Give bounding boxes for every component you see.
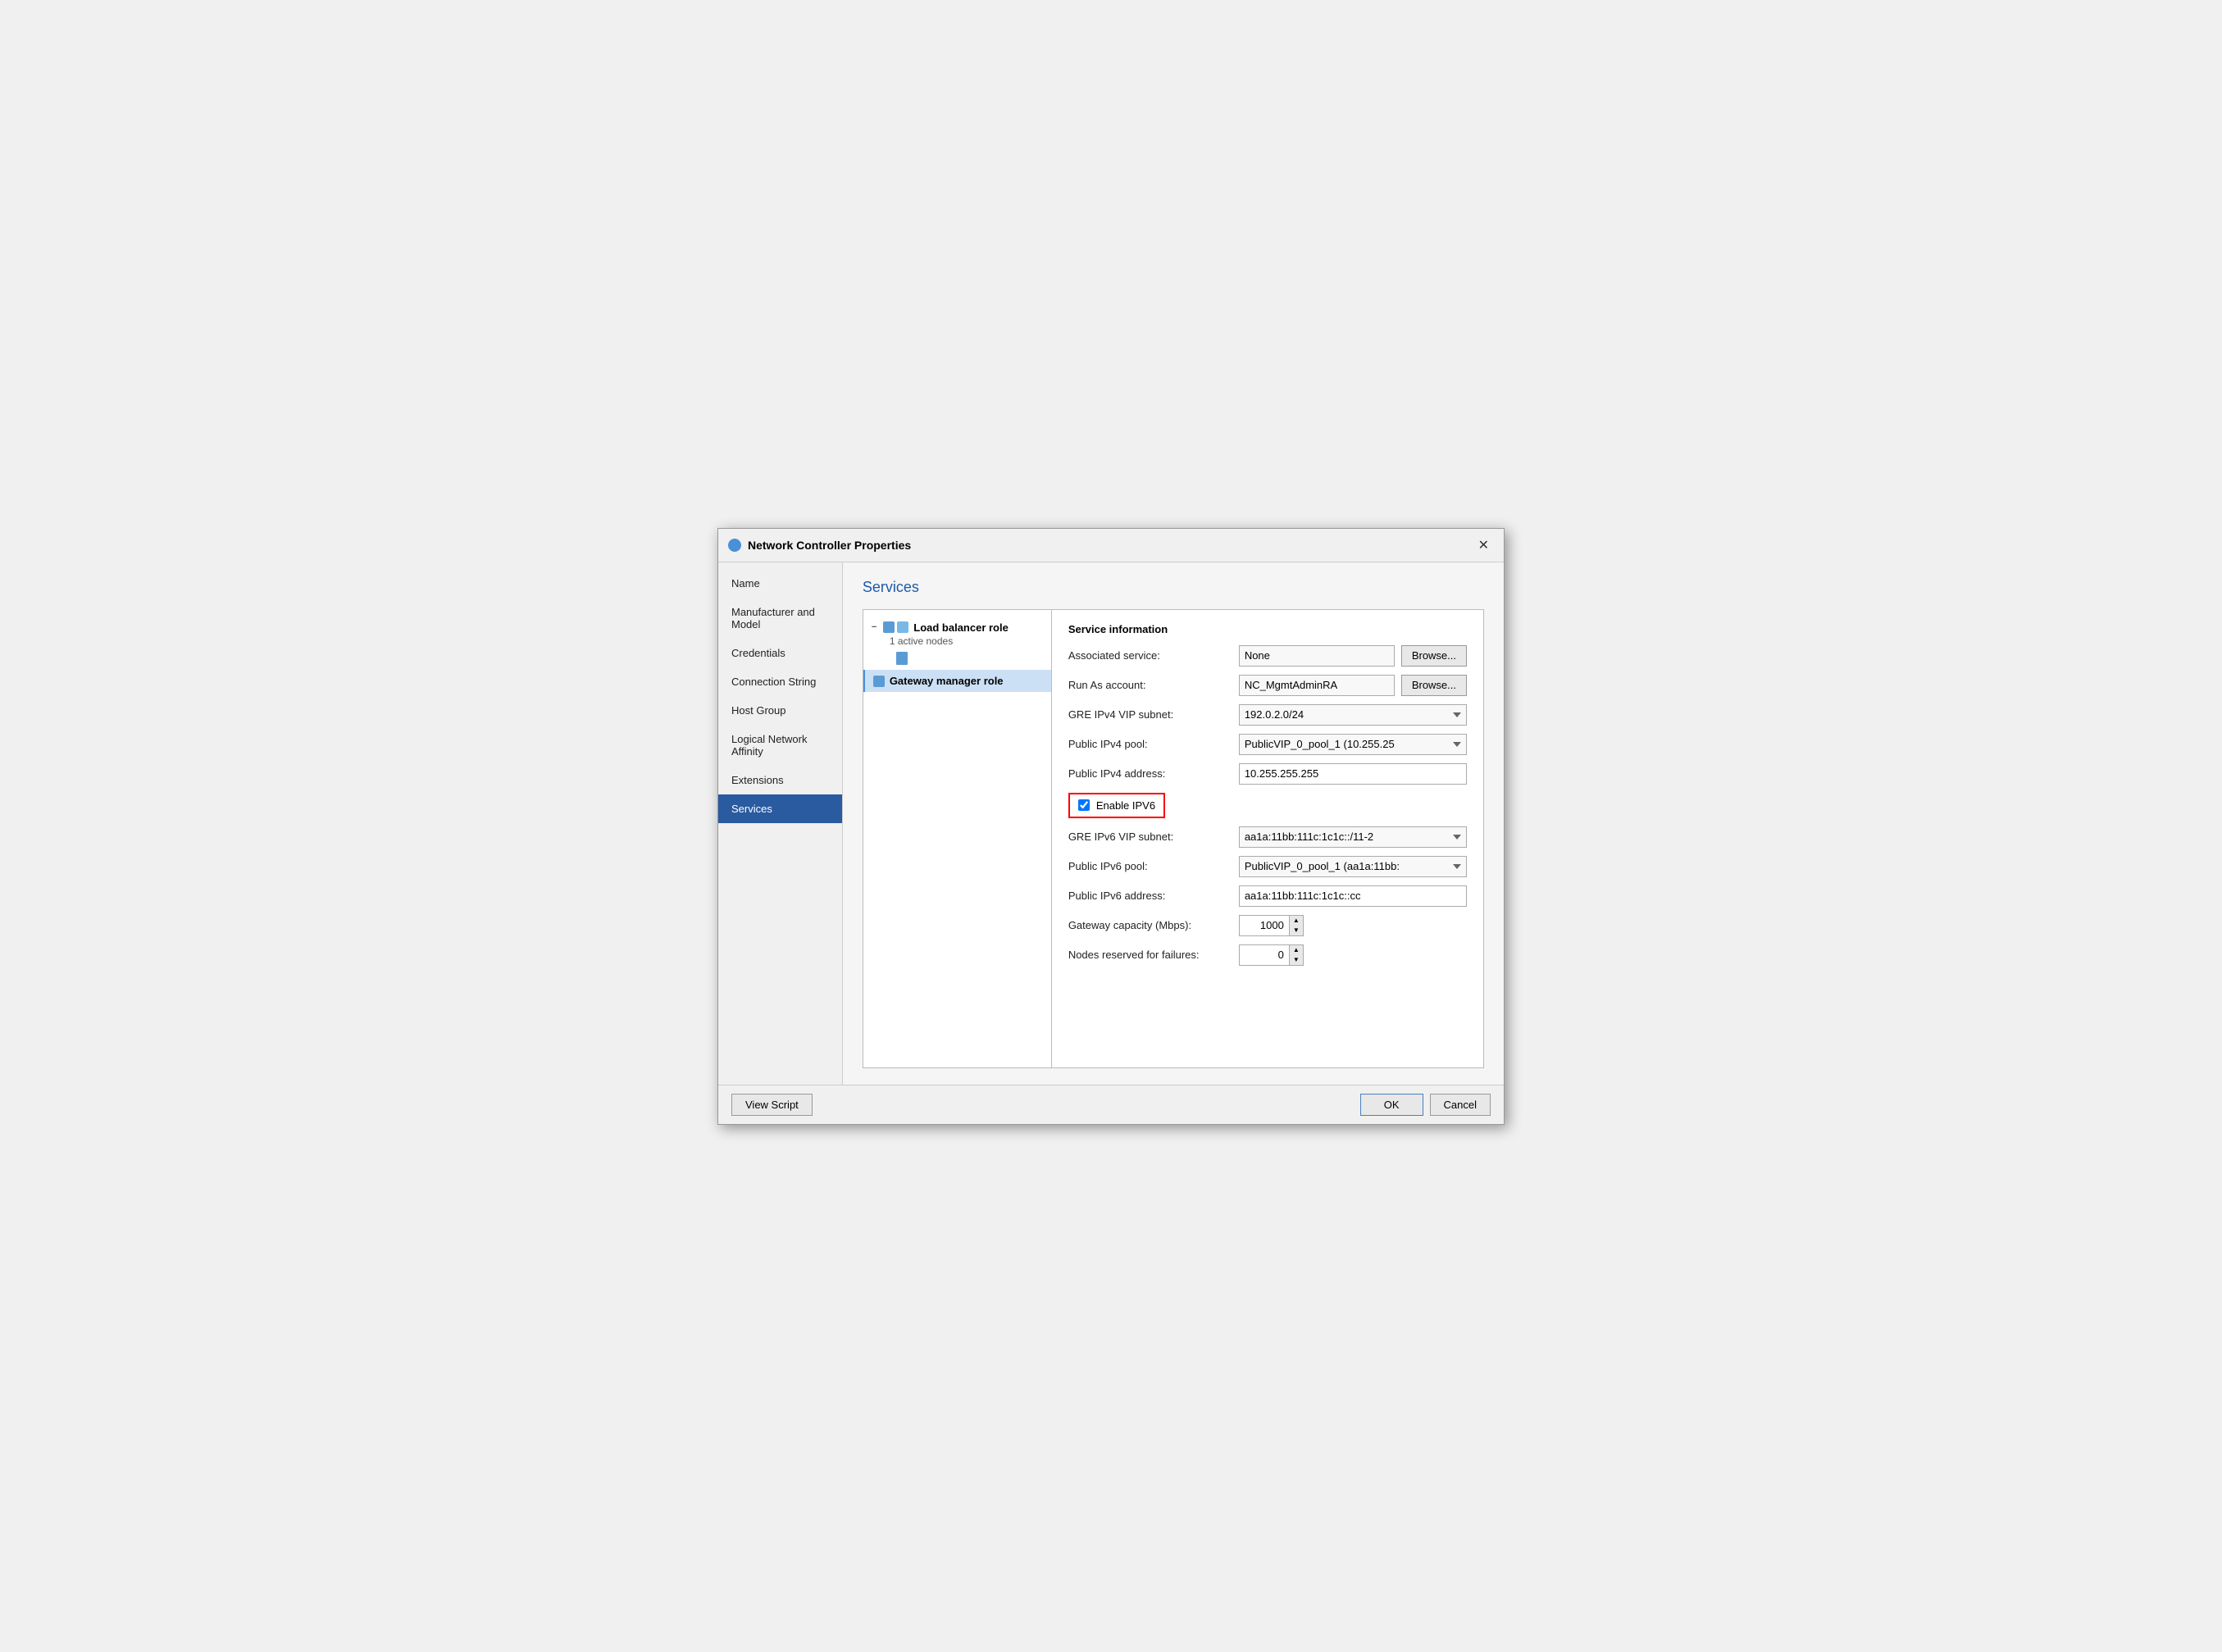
browse-button-2[interactable]: Browse... <box>1401 675 1467 696</box>
sidebar-item-logical-network[interactable]: Logical Network Affinity <box>718 725 842 766</box>
sidebar-item-manufacturer[interactable]: Manufacturer and Model <box>718 598 842 639</box>
public-ipv6-pool-label: Public IPv6 pool: <box>1068 860 1232 872</box>
gre-ipv4-label: GRE IPv4 VIP subnet: <box>1068 708 1232 721</box>
nodes-reserved-down[interactable]: ▼ <box>1290 955 1303 965</box>
services-panel: − Load balancer role 1 active nodes <box>863 609 1484 1068</box>
gateway-capacity-input[interactable] <box>1240 916 1289 935</box>
title-bar-left: Network Controller Properties <box>728 539 911 552</box>
nodes-reserved-input[interactable] <box>1240 945 1289 965</box>
associated-service-label: Associated service: <box>1068 649 1232 662</box>
sidebar-item-name[interactable]: Name <box>718 569 842 598</box>
footer-actions: OK Cancel <box>1360 1094 1491 1116</box>
view-script-button[interactable]: View Script <box>731 1094 813 1116</box>
node-icon <box>896 652 908 665</box>
ok-button[interactable]: OK <box>1360 1094 1423 1116</box>
nodes-reserved-row: Nodes reserved for failures: ▲ ▼ <box>1068 944 1467 966</box>
gre-ipv6-label: GRE IPv6 VIP subnet: <box>1068 831 1232 843</box>
sidebar-item-credentials[interactable]: Credentials <box>718 639 842 667</box>
lb-role-icon <box>883 621 895 633</box>
main-content: Services − Load balancer role <box>843 562 1504 1085</box>
browse-button-1[interactable]: Browse... <box>1401 645 1467 667</box>
run-as-row: Run As account: Browse... <box>1068 675 1467 696</box>
enable-ipv6-row: Enable IPV6 <box>1068 793 1165 818</box>
form-panel: Service information Associated service: … <box>1052 610 1483 1067</box>
sidebar-item-host-group[interactable]: Host Group <box>718 696 842 725</box>
public-ipv4-pool-row: Public IPv4 pool: PublicVIP_0_pool_1 (10… <box>1068 734 1467 755</box>
gateway-capacity-up[interactable]: ▲ <box>1290 916 1303 926</box>
associated-service-input[interactable] <box>1239 645 1395 667</box>
enable-ipv6-label: Enable IPV6 <box>1096 799 1155 812</box>
section-title: Services <box>863 579 1484 596</box>
cancel-button[interactable]: Cancel <box>1430 1094 1491 1116</box>
close-button[interactable]: ✕ <box>1473 535 1494 555</box>
gw-role-icon <box>873 676 885 687</box>
gre-ipv6-select[interactable]: aa1a:11bb:111c:1c1c::/11-2 <box>1239 826 1467 848</box>
nodes-reserved-spinner: ▲ ▼ <box>1239 944 1304 966</box>
gre-ipv4-select[interactable]: 192.0.2.0/24 <box>1239 704 1467 726</box>
nodes-reserved-up[interactable]: ▲ <box>1290 945 1303 955</box>
public-ipv4-pool-select[interactable]: PublicVIP_0_pool_1 (10.255.25 <box>1239 734 1467 755</box>
dialog-footer: View Script OK Cancel <box>718 1085 1504 1124</box>
gre-ipv4-row: GRE IPv4 VIP subnet: 192.0.2.0/24 <box>1068 704 1467 726</box>
sidebar-item-services[interactable]: Services <box>718 794 842 823</box>
collapse-icon[interactable]: − <box>872 622 877 632</box>
sidebar: Name Manufacturer and Model Credentials … <box>718 562 843 1085</box>
public-ipv4-pool-label: Public IPv4 pool: <box>1068 738 1232 750</box>
gateway-manager-label: Gateway manager role <box>890 675 1004 687</box>
lb-node-child <box>872 652 1043 666</box>
gre-ipv6-row: GRE IPv6 VIP subnet: aa1a:11bb:111c:1c1c… <box>1068 826 1467 848</box>
public-ipv6-addr-row: Public IPv6 address: <box>1068 885 1467 907</box>
lb-role-icon2 <box>897 621 908 633</box>
tree-item-load-balancer[interactable]: − Load balancer role 1 active nodes <box>863 617 1051 671</box>
public-ipv6-pool-row: Public IPv6 pool: PublicVIP_0_pool_1 (aa… <box>1068 856 1467 877</box>
tree-panel: − Load balancer role 1 active nodes <box>863 610 1052 1067</box>
run-as-label: Run As account: <box>1068 679 1232 691</box>
public-ipv6-addr-label: Public IPv6 address: <box>1068 890 1232 902</box>
gateway-capacity-spinner: ▲ ▼ <box>1239 915 1304 936</box>
public-ipv6-pool-select[interactable]: PublicVIP_0_pool_1 (aa1a:11bb: <box>1239 856 1467 877</box>
dialog-icon <box>728 539 741 552</box>
sidebar-item-extensions[interactable]: Extensions <box>718 766 842 794</box>
gateway-capacity-row: Gateway capacity (Mbps): ▲ ▼ <box>1068 915 1467 936</box>
public-ipv4-addr-row: Public IPv4 address: <box>1068 763 1467 785</box>
associated-service-row: Associated service: Browse... <box>1068 645 1467 667</box>
title-bar: Network Controller Properties ✕ <box>718 529 1504 562</box>
public-ipv6-addr-input[interactable] <box>1239 885 1467 907</box>
gateway-capacity-down[interactable]: ▼ <box>1290 926 1303 935</box>
sidebar-item-connection-string[interactable]: Connection String <box>718 667 842 696</box>
public-ipv4-addr-label: Public IPv4 address: <box>1068 767 1232 780</box>
network-controller-properties-dialog: Network Controller Properties ✕ Name Man… <box>717 528 1505 1125</box>
run-as-input[interactable] <box>1239 675 1395 696</box>
gateway-capacity-label: Gateway capacity (Mbps): <box>1068 919 1232 931</box>
dialog-title: Network Controller Properties <box>748 539 911 552</box>
public-ipv4-addr-input[interactable] <box>1239 763 1467 785</box>
load-balancer-label: Load balancer role <box>913 621 1009 634</box>
nodes-reserved-label: Nodes reserved for failures: <box>1068 949 1232 961</box>
service-info-title: Service information <box>1068 623 1467 635</box>
load-balancer-sub: 1 active nodes <box>872 635 1043 647</box>
enable-ipv6-checkbox[interactable] <box>1078 799 1090 811</box>
tree-item-gateway-manager[interactable]: Gateway manager role <box>863 670 1051 692</box>
dialog-body: Name Manufacturer and Model Credentials … <box>718 562 1504 1085</box>
